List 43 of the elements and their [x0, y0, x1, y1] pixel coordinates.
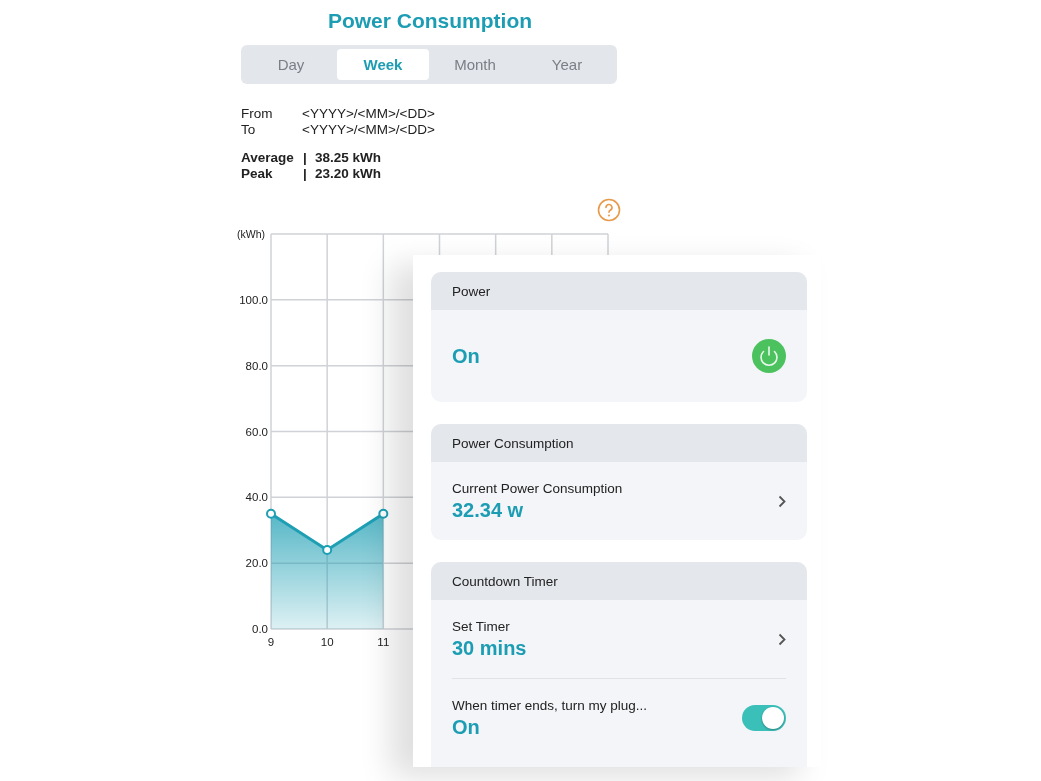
- y-tick-label: 0.0: [252, 623, 268, 635]
- chevron-right-icon[interactable]: [778, 494, 786, 508]
- setting-value: 32.34 w: [452, 498, 525, 522]
- data-point: [322, 545, 333, 555]
- power-state: On: [452, 344, 480, 368]
- date-label: From: [241, 106, 274, 122]
- y-tick-label: 20.0: [245, 557, 268, 570]
- period-tab[interactable]: Year: [521, 49, 613, 80]
- setting-label: When timer ends, turn my plug...: [452, 697, 648, 713]
- y-tick-label: 100.0: [239, 293, 268, 306]
- period-tab[interactable]: Week: [337, 49, 429, 80]
- y-tick-label: 40.0: [245, 491, 268, 504]
- setting-label: Current Power Consumption: [452, 480, 623, 496]
- x-tick-label: 9: [267, 636, 275, 648]
- data-point: [378, 508, 389, 519]
- power-button[interactable]: [752, 339, 786, 373]
- card-header: Countdown Timer: [431, 562, 807, 600]
- x-tick-label: 11: [377, 636, 390, 648]
- date-value: <YYYY>/<MM>/<DD>: [302, 106, 435, 122]
- chevron-right-icon[interactable]: [778, 632, 786, 646]
- period-tab[interactable]: Day: [245, 49, 337, 80]
- stat-value: 38.25 kWh: [315, 150, 382, 166]
- toggle-switch[interactable]: [742, 705, 786, 731]
- stat-label: Average: [241, 150, 295, 166]
- stat-value: 23.20 kWh: [315, 166, 382, 182]
- help-icon[interactable]: [597, 198, 621, 222]
- axis-unit: (kWh): [237, 228, 265, 240]
- page-title: Power Consumption: [327, 9, 533, 33]
- x-tick-label: 10: [320, 636, 334, 648]
- stat-separator: |: [303, 166, 308, 182]
- stat-label: Peak: [241, 166, 274, 182]
- period-tab[interactable]: Month: [429, 49, 521, 80]
- y-tick-label: 80.0: [245, 359, 268, 372]
- date-label: To: [241, 122, 257, 138]
- setting-value: 30 mins: [452, 636, 527, 660]
- card-header: Power: [431, 272, 807, 310]
- data-point: [266, 508, 276, 519]
- y-tick-label: 60.0: [245, 425, 268, 438]
- setting-value: On: [452, 715, 481, 739]
- setting-label: Set Timer: [452, 618, 511, 634]
- stat-separator: |: [303, 150, 308, 166]
- date-value: <YYYY>/<MM>/<DD>: [302, 122, 435, 138]
- card-header: Power Consumption: [431, 424, 807, 462]
